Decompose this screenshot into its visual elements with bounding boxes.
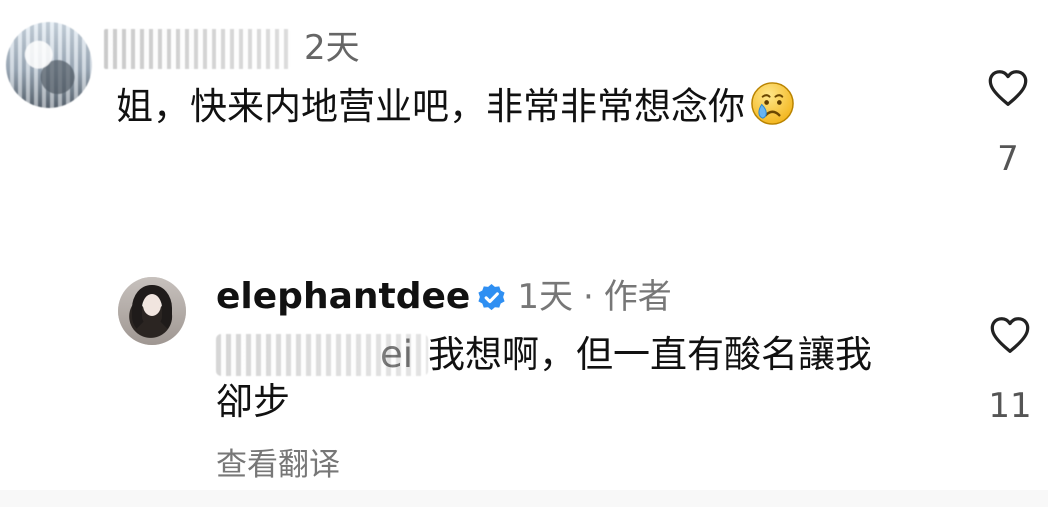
verified-badge-icon bbox=[478, 283, 505, 310]
reply-author-label: 作者 bbox=[603, 277, 672, 317]
reply-text-line-2: 卻步 bbox=[216, 380, 290, 423]
see-translation-link[interactable]: 查看翻译 bbox=[216, 441, 340, 489]
commenter-avatar[interactable] bbox=[6, 22, 92, 108]
comment-like-control[interactable]: 7 bbox=[978, 66, 1038, 190]
crying-face-icon bbox=[751, 82, 794, 125]
reply-mention-suffix[interactable]: ei bbox=[380, 331, 413, 379]
reply-relative-time: 1天 bbox=[517, 277, 573, 317]
reply-like-control[interactable]: 11 bbox=[980, 313, 1040, 439]
heart-outline-icon[interactable] bbox=[985, 66, 1031, 112]
reply-header: elephantdee 1天 · 作者 bbox=[216, 274, 672, 320]
comment-relative-time: 2天 bbox=[304, 28, 360, 68]
comment-like-count: 7 bbox=[997, 139, 1019, 179]
reply-avatar[interactable] bbox=[118, 277, 186, 345]
reply-text-line-1: 我想啊，但一直有酸名讓我 bbox=[428, 333, 872, 376]
reply-meta-separator: · bbox=[582, 277, 594, 317]
reply-avatar-face bbox=[143, 294, 161, 316]
reply-username[interactable]: elephantdee bbox=[216, 277, 470, 317]
heart-outline-icon[interactable] bbox=[987, 313, 1033, 359]
reply-like-count: 11 bbox=[988, 386, 1032, 426]
commenter-username-masked[interactable] bbox=[104, 29, 290, 69]
comment-text-content: 姐，快来内地营业吧，非常非常想念你 bbox=[116, 85, 745, 128]
bottom-divider bbox=[0, 490, 1048, 507]
comment-text: 姐，快来内地营业吧，非常非常想念你 bbox=[116, 80, 796, 131]
comment-thread: 2天 姐，快来内地营业吧，非常非常想念你 7 elephantdee 1天 · … bbox=[0, 0, 1048, 507]
